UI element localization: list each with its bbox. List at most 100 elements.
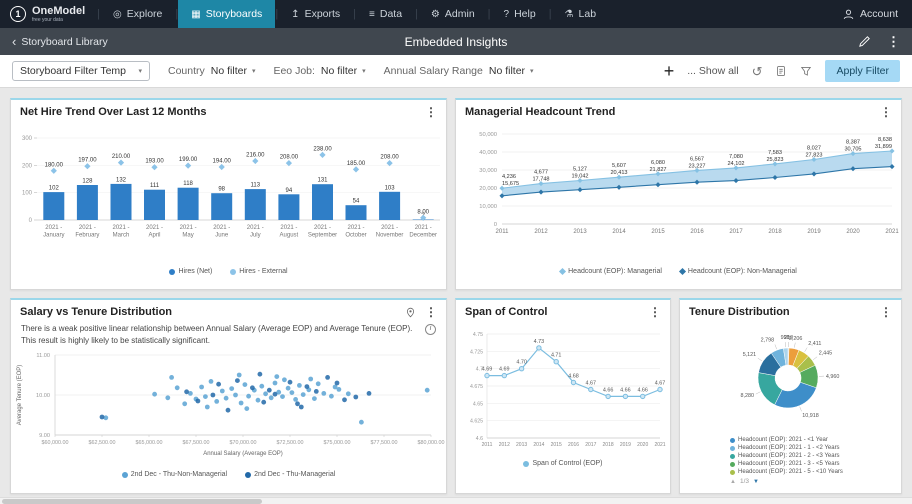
legend-page-up-icon[interactable]: ▲: [730, 479, 736, 485]
svg-text:998: 998: [781, 335, 790, 341]
horizontal-scrollbar[interactable]: [0, 497, 912, 504]
card-header: Salary vs Tenure Distribution ⋮: [11, 300, 446, 320]
save-filter-button[interactable]: [775, 65, 787, 77]
svg-text:4,960: 4,960: [826, 374, 840, 380]
filter-actions: + ... Show all ↺ Apply Filter: [664, 60, 900, 82]
legend-item[interactable]: Span of Control (EOP): [523, 460, 602, 467]
eeo-job-filter-dropdown[interactable]: No filter ▾: [321, 65, 366, 77]
legend-item[interactable]: Headcount (EOP): Non-Managerial: [680, 268, 797, 275]
chevron-down-icon: ▾: [530, 67, 534, 75]
eeo-job-filter-value: No filter: [321, 65, 357, 77]
country-filter-dropdown[interactable]: No filter ▾: [211, 65, 256, 77]
account-menu[interactable]: Account: [828, 0, 912, 28]
svg-text:100: 100: [22, 191, 33, 197]
legend-marker: [169, 269, 175, 275]
legend-item[interactable]: Headcount (EOP): Managerial: [560, 268, 662, 275]
brand[interactable]: 1 OneModel free your data: [0, 0, 97, 28]
clear-filter-button[interactable]: [800, 65, 812, 77]
svg-text:2011: 2011: [482, 442, 493, 448]
svg-text:10.00: 10.00: [36, 393, 50, 399]
salary-tenure-scatter-chart[interactable]: 9.0010.0011.00$60,000.00$62,500.00$65,00…: [11, 349, 446, 471]
svg-text:2019: 2019: [807, 229, 821, 235]
svg-text:27,823: 27,823: [805, 153, 822, 159]
show-all-link[interactable]: ... Show all: [687, 65, 738, 77]
svg-text:2013: 2013: [516, 442, 527, 448]
salary-range-filter-dropdown[interactable]: No filter ▾: [489, 65, 534, 77]
svg-text:197.00: 197.00: [78, 158, 97, 164]
insight-text: There is a weak positive linear relation…: [11, 320, 446, 349]
salary-range-filter-value: No filter: [489, 65, 525, 77]
svg-text:4.70: 4.70: [516, 360, 527, 366]
svg-text:300: 300: [22, 136, 33, 142]
tenure-donut-chart[interactable]: 2102,2062,4112,4454,96010,9188,2805,1212…: [680, 320, 901, 436]
card-menu-icon[interactable]: ⋮: [425, 106, 437, 118]
legend-item[interactable]: 2nd Dec - Thu-Non-Managerial: [122, 471, 227, 478]
svg-text:2016: 2016: [568, 442, 579, 448]
nav-item-help[interactable]: ? Help: [491, 0, 549, 28]
svg-text:4,677: 4,677: [534, 170, 548, 176]
legend-item[interactable]: Hires - External: [230, 268, 287, 275]
dashboard-content: Net Hire Trend Over Last 12 Months ⋮ 010…: [0, 88, 912, 504]
svg-text:6,080: 6,080: [651, 160, 665, 166]
svg-text:128: 128: [82, 179, 93, 185]
card-menu-icon[interactable]: ⋮: [880, 306, 892, 318]
svg-text:January: January: [43, 233, 64, 239]
span-of-control-line-chart[interactable]: 4.64.6254.654.6754.74.7254.754.6920114.6…: [456, 320, 670, 460]
legend-marker: [730, 446, 735, 451]
legend-marker: [730, 462, 735, 467]
legend-label: Hires (Net): [178, 268, 212, 275]
nav-item-exports[interactable]: ↥ Exports: [278, 0, 353, 28]
card-menu-icon[interactable]: ⋮: [880, 106, 892, 118]
add-filter-button[interactable]: +: [664, 62, 675, 80]
svg-text:2021 -: 2021 -: [180, 225, 197, 231]
info-icon[interactable]: i: [425, 324, 436, 335]
legend-item[interactable]: Headcount (EOP): 2021 - 3 - <5 Years: [730, 461, 901, 467]
salary-range-filter-label: Annual Salary Range: [384, 65, 483, 77]
svg-text:4.66: 4.66: [603, 387, 614, 393]
card-title: Span of Control: [465, 306, 548, 318]
legend-item[interactable]: Headcount (EOP): 2021 - 1 - <2 Years: [730, 445, 901, 451]
top-nav: 1 OneModel free your data | ◎ Explore | …: [0, 0, 912, 28]
legend-marker: [559, 268, 566, 275]
legend-marker: [523, 461, 529, 467]
scrollbar-thumb[interactable]: [2, 499, 262, 504]
subheader-actions: ⋮: [858, 35, 900, 48]
card-salary-vs-tenure: Salary vs Tenure Distribution ⋮ There is…: [10, 298, 447, 494]
nav-item-data[interactable]: ≡ Data: [356, 0, 415, 28]
nav-item-storyboards[interactable]: ▦ Storyboards: [178, 0, 275, 28]
svg-text:54: 54: [353, 199, 360, 205]
legend-marker: [679, 268, 686, 275]
legend-item[interactable]: 2nd Dec - Thu-Managerial: [245, 471, 335, 478]
nav-label: Lab: [579, 8, 597, 20]
svg-text:2021 -: 2021 -: [79, 225, 96, 231]
svg-text:February: February: [75, 233, 99, 239]
nav-item-explore[interactable]: ◎ Explore: [100, 0, 175, 28]
nav-item-admin[interactable]: ⚙ Admin: [418, 0, 488, 28]
legend-item[interactable]: Headcount (EOP): 2021 - 5 - <10 Years: [730, 469, 901, 475]
undo-button[interactable]: ↺: [752, 65, 763, 78]
insight-line-2: This result is highly likely to be stati…: [21, 335, 418, 347]
apply-filter-button[interactable]: Apply Filter: [825, 60, 900, 82]
nav-item-lab[interactable]: ⚗ Lab: [552, 0, 610, 28]
edit-button[interactable]: [858, 35, 871, 48]
legend-page-down-icon[interactable]: ▼: [753, 479, 759, 485]
legend-item[interactable]: Headcount (EOP): 2021 - <1 Year: [730, 437, 901, 443]
storyboard-filter-template-select[interactable]: Storyboard Filter Temp ▾: [12, 61, 150, 81]
card-menu-icon[interactable]: ⋮: [649, 306, 661, 318]
svg-text:2021 -: 2021 -: [247, 225, 264, 231]
managerial-area-chart[interactable]: 010,00020,00030,00040,00050,0004,23615,6…: [456, 120, 901, 268]
brand-tagline: free your data: [32, 18, 85, 23]
card-menu-icon[interactable]: ⋮: [425, 306, 437, 318]
insight-pin-icon[interactable]: [405, 307, 416, 318]
legend-label: 2nd Dec - Thu-Non-Managerial: [131, 471, 227, 478]
storyboard-kebab-icon[interactable]: ⋮: [887, 35, 900, 48]
back-to-library-link[interactable]: ‹ Storyboard Library: [12, 35, 108, 48]
svg-text:94: 94: [286, 188, 293, 194]
legend-marker: [730, 454, 735, 459]
legend-item[interactable]: Headcount (EOP): 2021 - 2 - <3 Years: [730, 453, 901, 459]
svg-text:40,000: 40,000: [479, 150, 497, 156]
legend-label: Headcount (EOP): 2021 - <1 Year: [738, 437, 828, 443]
net-hire-bar-chart[interactable]: 0100200300102180.002021 -January128197.0…: [11, 120, 446, 268]
svg-text:4.73: 4.73: [534, 339, 545, 345]
legend-item[interactable]: Hires (Net): [169, 268, 212, 275]
